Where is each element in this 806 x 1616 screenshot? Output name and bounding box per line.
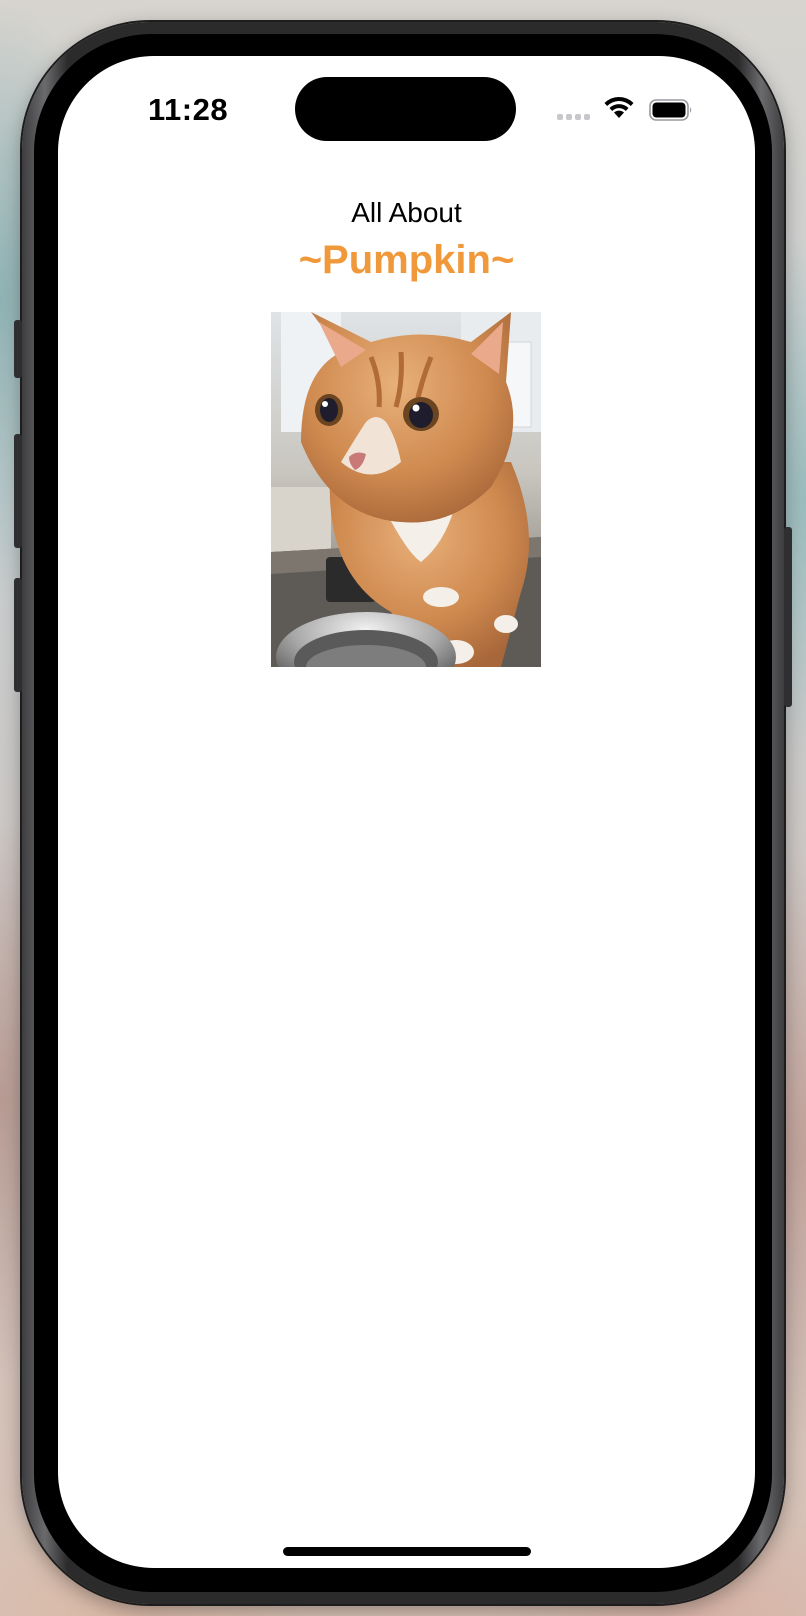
volume-up-button	[14, 434, 22, 548]
cat-illustration	[271, 312, 541, 667]
dynamic-island	[295, 77, 516, 141]
volume-down-button	[14, 578, 22, 692]
power-button	[784, 527, 792, 707]
page-subtitle: All About	[351, 197, 462, 228]
page-title: ~Pumpkin~	[298, 238, 515, 282]
cellular-signal-icon	[557, 114, 590, 120]
battery-icon	[649, 99, 692, 121]
app-screen: 11:28 All About ~Pumpkin~	[58, 56, 755, 1568]
wifi-icon	[604, 96, 634, 118]
cat-photo	[271, 312, 541, 667]
home-indicator[interactable]	[283, 1547, 531, 1556]
status-time: 11:28	[148, 92, 229, 127]
action-button	[14, 320, 22, 378]
